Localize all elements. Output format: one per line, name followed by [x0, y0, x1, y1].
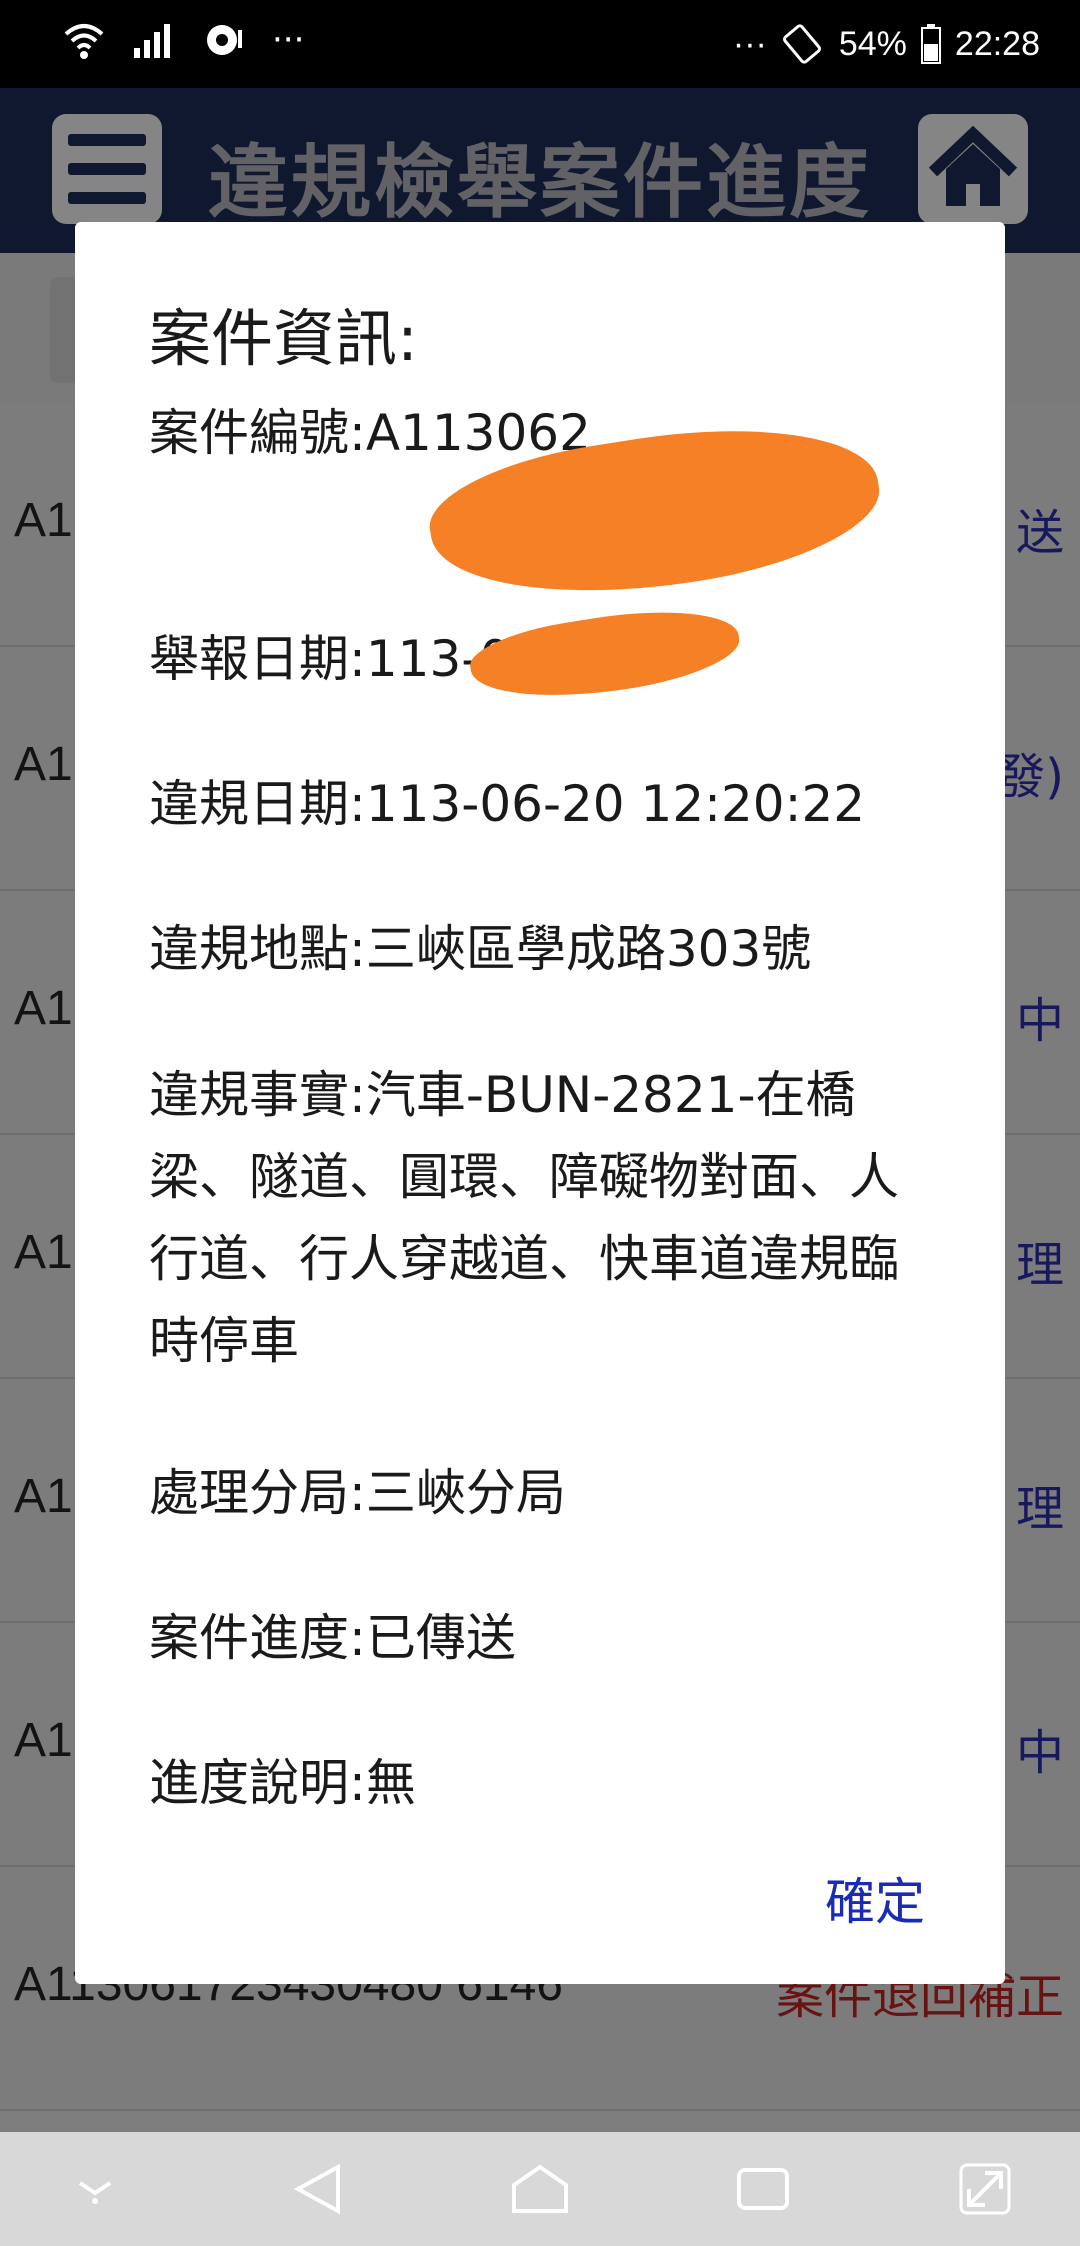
rotate-icon	[782, 24, 821, 64]
violation-date: 違規日期:113-06-20 12:20:22	[149, 775, 866, 833]
status-bar: ··· ··· 54% 22:28	[0, 0, 1080, 88]
battery-icon	[920, 24, 941, 64]
nav-expand-button[interactable]	[950, 2154, 1020, 2224]
chevron-down-icon	[78, 2181, 112, 2204]
confirm-button[interactable]: 確定	[825, 1862, 925, 1934]
nav-hide-button[interactable]	[60, 2154, 130, 2224]
signal-icon	[134, 24, 170, 58]
home-outline-icon	[512, 2164, 568, 2213]
case-progress: 案件進度:已傳送	[149, 1609, 516, 1667]
battery-percent: 54%	[838, 24, 907, 63]
case-info-dialog: 案件資訊: 案件編號:A113062 舉報日期:113-06-20 違規日期:1…	[75, 222, 1005, 1984]
expand-icon	[959, 2163, 1011, 2215]
clock: 22:28	[954, 24, 1040, 63]
violation-place: 違規地點:三峽區學成路303號	[149, 920, 812, 978]
handling-unit: 處理分局:三峽分局	[149, 1464, 566, 1522]
recents-icon	[736, 2168, 789, 2210]
violation-fact: 違規事實:汽車-BUN-2821-在橋梁、隧道、圓環、障礙物對面、人行道、行人穿…	[149, 1066, 899, 1370]
back-triangle-icon	[293, 2163, 340, 2215]
navigation-bar	[0, 2132, 1080, 2246]
sync-icon	[207, 25, 242, 55]
nav-home-button[interactable]	[505, 2154, 575, 2224]
progress-note: 進度說明:無	[149, 1754, 416, 1812]
dialog-title: 案件資訊:	[149, 302, 418, 375]
nav-recents-button[interactable]	[728, 2154, 798, 2224]
nav-back-button[interactable]	[283, 2154, 353, 2224]
wifi-icon	[64, 24, 104, 59]
status-right-dots: ···	[732, 24, 767, 63]
status-more-dots: ···	[272, 20, 305, 60]
